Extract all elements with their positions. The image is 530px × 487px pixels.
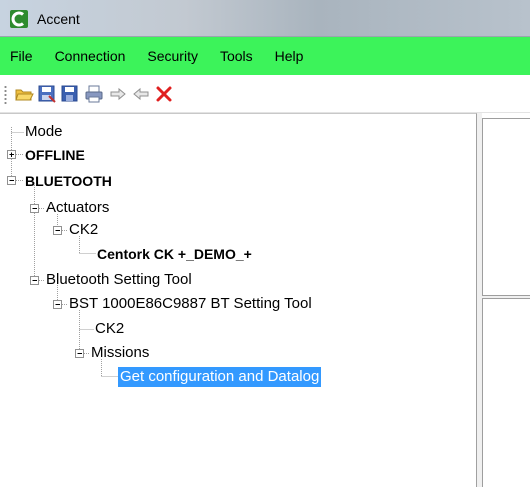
accent-app-icon [10, 10, 28, 28]
tree-node-missions[interactable]: Missions [91, 344, 149, 362]
tree-node-bst-device[interactable]: BST 1000E86C9887 BT Setting Tool [69, 295, 312, 313]
menu-tools[interactable]: Tools [220, 45, 253, 67]
tree-node-mode[interactable]: Mode [25, 123, 63, 141]
tree-node-centork[interactable]: Centork CK +_DEMO_+ [97, 245, 252, 263]
collapse-bt-setting-tool-icon[interactable] [30, 276, 39, 285]
tree-view[interactable]: Mode OFFLINE BLUETOOTH Actuators CK2 Cen… [0, 113, 477, 487]
tree-node-offline[interactable]: OFFLINE [25, 146, 85, 164]
expand-offline-icon[interactable] [7, 150, 16, 159]
right-panel-bottom [482, 299, 530, 487]
menu-file[interactable]: File [10, 45, 33, 67]
collapse-bluetooth-icon[interactable] [7, 176, 16, 185]
menu-bar: File Connection Security Tools Help [0, 37, 530, 75]
menu-help[interactable]: Help [275, 45, 304, 67]
collapse-actuators-icon[interactable] [30, 204, 39, 213]
save-icon[interactable] [60, 84, 80, 104]
tree-node-ck2-bst[interactable]: CK2 [95, 320, 124, 338]
title-bar: Accent [0, 0, 530, 37]
collapse-ck2-icon[interactable] [53, 226, 62, 235]
collapse-bst-device-icon[interactable] [53, 300, 62, 309]
right-panel-top [482, 118, 530, 295]
save-as-icon[interactable] [37, 84, 57, 104]
forward-arrow-icon[interactable] [108, 84, 128, 104]
tree-node-bluetooth[interactable]: BLUETOOTH [25, 172, 112, 190]
menu-connection[interactable]: Connection [55, 45, 126, 67]
tree-node-get-config[interactable]: Get configuration and Datalog [118, 367, 322, 387]
toolbar-grip[interactable] [4, 85, 7, 104]
open-folder-icon[interactable] [14, 84, 34, 104]
window-title: Accent [37, 11, 80, 27]
tree-node-bt-setting-tool[interactable]: Bluetooth Setting Tool [46, 271, 192, 289]
back-arrow-icon[interactable] [131, 84, 151, 104]
tree-node-ck2-actuator[interactable]: CK2 [69, 221, 98, 239]
delete-icon[interactable] [154, 84, 174, 104]
print-icon[interactable] [84, 84, 104, 104]
collapse-missions-icon[interactable] [75, 349, 84, 358]
tree-node-actuators[interactable]: Actuators [46, 199, 109, 217]
menu-security[interactable]: Security [147, 45, 198, 67]
toolbar [0, 75, 530, 113]
